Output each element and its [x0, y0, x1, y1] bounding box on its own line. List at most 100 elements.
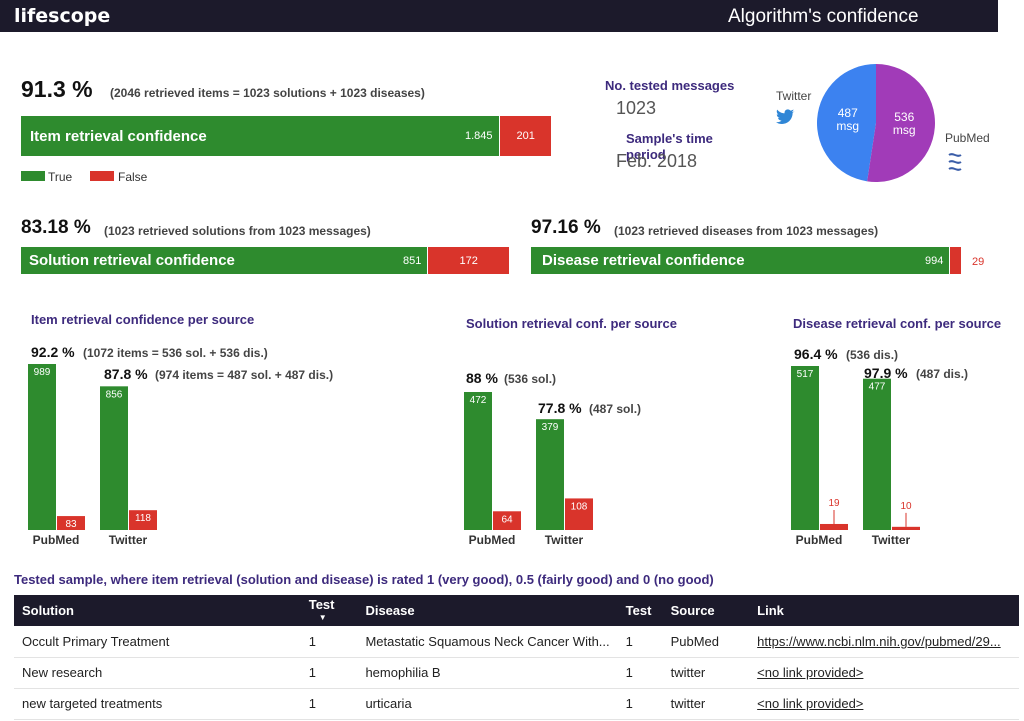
overall-false-value: 201 [516, 130, 535, 142]
page-title: Algorithm's confidence [728, 6, 919, 27]
legend-false-label: False [118, 170, 148, 184]
solution-source-bar-chart: 472 64 PubMed 379 108 Twitter [464, 392, 593, 547]
bar-false-pubmed [820, 523, 848, 530]
cell-link: https://www.ncbi.nlm.nih.gov/pubmed/29..… [749, 626, 1019, 658]
brand-logo: lifescope [14, 5, 111, 27]
solution-pubmed-sub: (536 sol.) [504, 372, 557, 386]
legend-false-swatch [90, 171, 114, 181]
category-label-twitter: Twitter [872, 533, 911, 547]
pie-slice-pubmed-label: msg [893, 123, 916, 137]
bar-true-twitter [863, 378, 891, 530]
pie-twitter-label: Twitter [776, 89, 812, 103]
disease-pubmed-sub: (536 dis.) [846, 348, 899, 362]
cell-disease-test: 1 [617, 688, 663, 720]
cell-source: twitter [662, 657, 750, 689]
cell-link: <no link provided> [749, 657, 1019, 689]
cell-disease: Metastatic Squamous Neck Cancer With... [357, 626, 618, 658]
item-twitter-sub: (974 items = 487 sol. + 487 dis.) [155, 368, 334, 382]
twitter-bird-icon [776, 109, 795, 124]
solution-false-value: 172 [459, 255, 478, 267]
bar-true-label-pubmed: 517 [797, 369, 814, 380]
bar-false-label-pubmed: 83 [65, 519, 77, 530]
disease-source-bar-chart: 517 19 PubMed 477 10 Twitter [791, 366, 920, 547]
bar-true-label-twitter: 477 [869, 382, 886, 393]
pie-pubmed-label: PubMed [945, 131, 990, 145]
cell-disease: urticaria [357, 688, 618, 720]
disease-pubmed-pct: 96.4 % [794, 346, 838, 362]
disease-false-value: 29 [972, 256, 985, 268]
bar-true-pubmed [28, 364, 56, 530]
bar-true-twitter [100, 386, 128, 530]
row-link[interactable]: <no link provided> [757, 696, 863, 711]
bar-true-label-twitter: 379 [542, 422, 559, 433]
pie-slice-twitter-label: 487 [838, 106, 858, 120]
solution-bar: Solution retrieval confidence 851 172 [21, 247, 509, 274]
sample-period-value: Feb. 2018 [616, 151, 698, 171]
overall-note: (2046 retrieved items = 1023 solutions +… [110, 86, 425, 100]
cell-disease: hemophilia B [357, 657, 618, 689]
cell-solution: New research [14, 657, 301, 689]
legend-true-label: True [48, 170, 73, 184]
bar-false-label-twitter: 118 [135, 513, 151, 524]
cell-disease-test: 1 [617, 657, 663, 689]
table-row: new targeted treatments 1 urticaria 1 tw… [14, 688, 1019, 720]
col-header-solution[interactable]: Solution [14, 595, 301, 626]
disease-bar-false [950, 247, 961, 274]
disease-pct: 97.16 % [531, 217, 601, 238]
bar-true-label-pubmed: 989 [34, 367, 51, 378]
bar-true-label-twitter: 856 [106, 389, 123, 400]
disease-bar-label: Disease retrieval confidence [542, 252, 745, 269]
cell-source: twitter [662, 688, 750, 720]
bar-false-twitter [892, 526, 920, 530]
solution-true-value: 851 [403, 255, 422, 267]
col-header-link[interactable]: Link [749, 595, 1019, 626]
messages-pie-chart: 487msg536msg [817, 64, 935, 182]
sample-table: Solution Test ▼ Disease Test Source Link… [14, 595, 1019, 720]
bar-false-label-pubmed: 64 [501, 514, 513, 525]
bar-true-twitter [536, 419, 564, 530]
solution-source-chart-title: Solution retrieval conf. per source [466, 316, 677, 331]
pubmed-logo-icon [948, 153, 962, 171]
item-source-bar-chart: 989 83 PubMed 856 118 Twitter [28, 364, 157, 547]
disease-note: (1023 retrieved diseases from 1023 messa… [614, 224, 879, 238]
item-source-chart-title: Item retrieval confidence per source [31, 312, 255, 327]
disease-bar: Disease retrieval confidence 994 [531, 247, 961, 274]
row-link[interactable]: https://www.ncbi.nlm.nih.gov/pubmed/29..… [757, 634, 1001, 649]
overall-bar: Item retrieval confidence 1.845 201 [21, 116, 551, 156]
cell-solution-test: 1 [300, 657, 358, 689]
bar-false-label-pubmed: 19 [828, 498, 840, 509]
tested-messages-value: 1023 [616, 98, 657, 118]
cell-link: <no link provided> [749, 688, 1019, 720]
cell-solution: Occult Primary Treatment [14, 626, 301, 658]
table-row: New research 1 hemophilia B 1 twitter <n… [14, 657, 1019, 689]
legend-true-swatch [21, 171, 45, 181]
cell-source: PubMed [662, 626, 750, 658]
col-header-solution-test[interactable]: Test ▼ [300, 595, 358, 626]
item-pubmed-pct: 92.2 % [31, 344, 75, 360]
cell-solution-test: 1 [300, 688, 358, 720]
col-header-disease[interactable]: Disease [357, 595, 618, 626]
bar-true-pubmed [791, 366, 819, 530]
category-label-pubmed: PubMed [33, 533, 80, 547]
disease-true-value: 994 [925, 255, 944, 267]
table-row: Occult Primary Treatment 1 Metastatic Sq… [14, 626, 1019, 658]
bar-true-label-pubmed: 472 [470, 395, 487, 406]
solution-pct: 83.18 % [21, 217, 91, 238]
tested-messages-label: No. tested messages [605, 78, 735, 93]
col-header-source[interactable]: Source [662, 595, 750, 626]
category-label-pubmed: PubMed [796, 533, 843, 547]
category-label-twitter: Twitter [545, 533, 584, 547]
category-label-twitter: Twitter [109, 533, 148, 547]
sort-desc-icon[interactable]: ▼ [309, 613, 327, 622]
bar-false-label-twitter: 108 [571, 501, 588, 512]
col-header-disease-test[interactable]: Test [617, 595, 663, 626]
bar-false-label-twitter: 10 [900, 501, 912, 512]
cell-solution: new targeted treatments [14, 688, 301, 720]
row-link[interactable]: <no link provided> [757, 665, 863, 680]
solution-pubmed-pct: 88 % [466, 370, 498, 386]
table-header-row: Solution Test ▼ Disease Test Source Link [14, 595, 1019, 626]
cell-disease-test: 1 [617, 626, 663, 658]
overall-pct: 91.3 % [21, 76, 93, 102]
solution-note: (1023 retrieved solutions from 1023 mess… [104, 224, 371, 238]
solution-bar-label: Solution retrieval confidence [29, 252, 235, 269]
